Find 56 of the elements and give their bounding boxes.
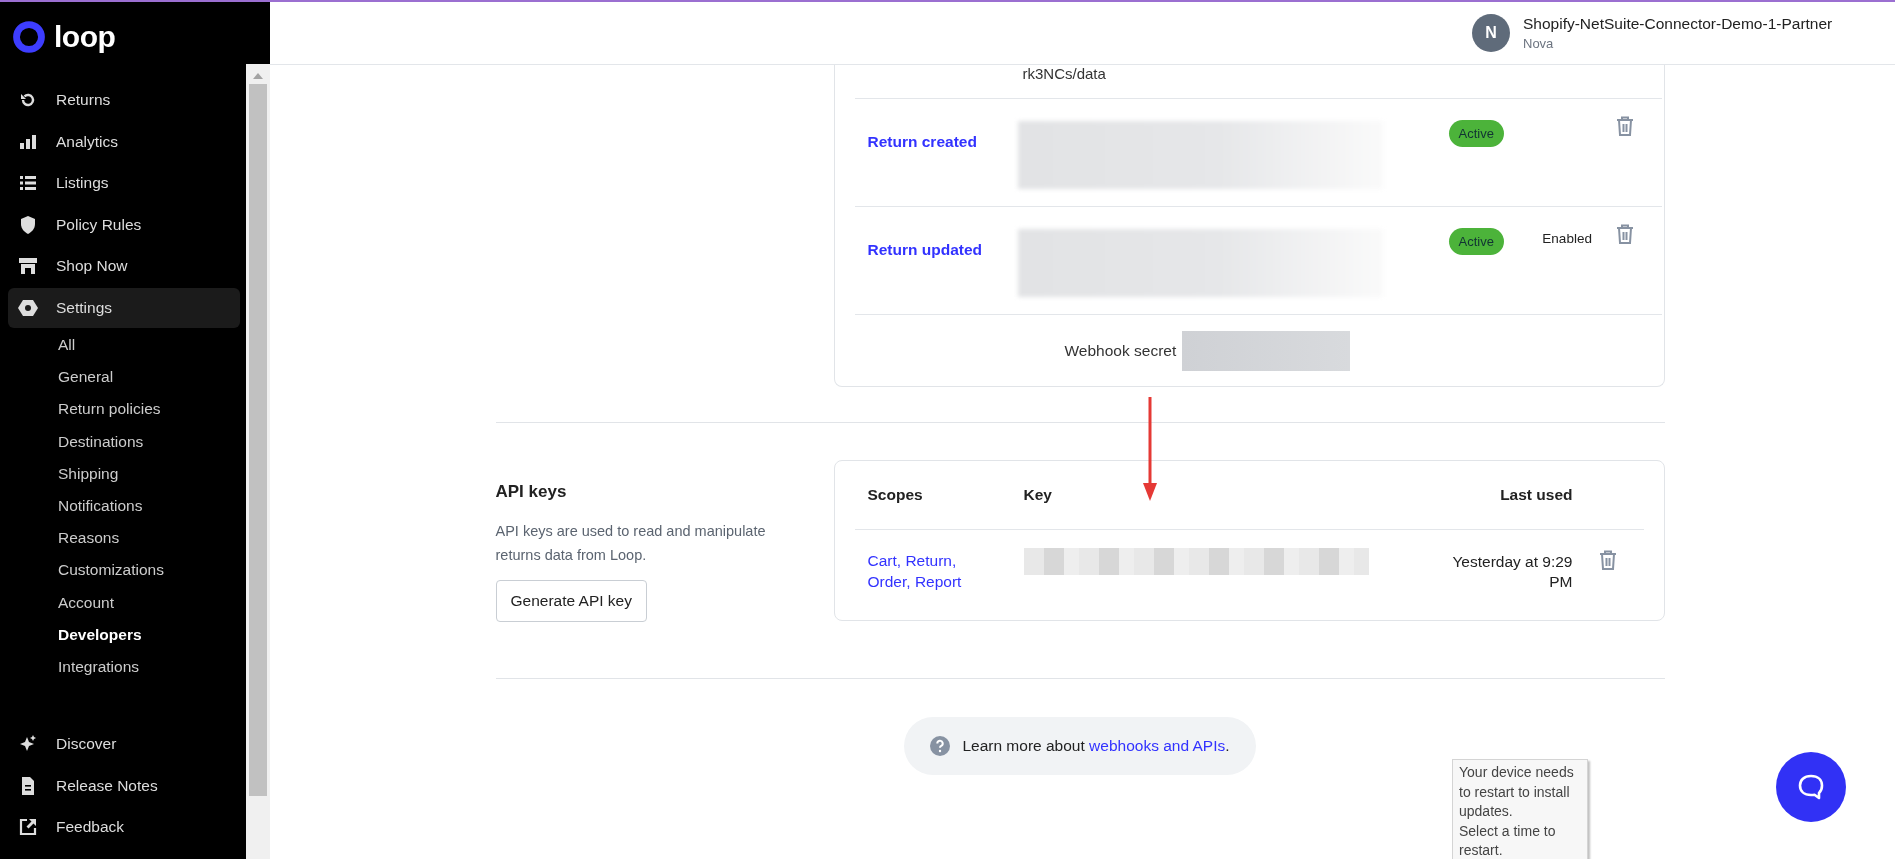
scopes-link[interactable]: Cart, Return, Order, Report — [867, 550, 978, 592]
brand-name: loop — [54, 20, 116, 54]
logo-ring-icon — [12, 20, 46, 54]
nav-item[interactable]: Feedback — [8, 807, 240, 848]
column-header: Key — [1023, 486, 1053, 504]
help-icon — [930, 736, 951, 756]
enabled-label: Enabled — [1542, 231, 1592, 246]
status-badge: Active — [1448, 120, 1504, 147]
store-name: Shopify-NetSuite-Connector-Demo-1-Partner — [1523, 15, 1834, 33]
nav-subitem[interactable]: Reasons — [8, 522, 240, 555]
column-header: Last used — [1499, 486, 1573, 504]
list-icon — [18, 173, 38, 193]
nav-subitem[interactable]: General — [8, 361, 240, 394]
trash-icon[interactable] — [1599, 550, 1617, 570]
nav-item[interactable]: Analytics — [8, 121, 240, 162]
status-badge: Active — [1448, 228, 1504, 255]
nav-subitem[interactable]: Destinations — [8, 425, 240, 458]
scroll-up-icon[interactable] — [253, 73, 263, 79]
webhook-event-link[interactable]: Return created — [854, 99, 1018, 151]
avatar[interactable]: N — [1472, 14, 1510, 52]
webhook-url: rk3NCs/data — [1022, 65, 1106, 82]
last-used: Yesterday at 9:29 PM — [1451, 552, 1573, 592]
trash-icon[interactable] — [1615, 116, 1634, 136]
scrollbar-thumb[interactable] — [249, 84, 267, 796]
nav-item[interactable]: Shop Now — [8, 246, 240, 286]
nav-subitem[interactable]: Integrations — [8, 650, 240, 684]
tooltip-text: Your device needs to restart to install updates. — [1459, 763, 1575, 821]
nav-item[interactable]: Settings — [8, 287, 240, 328]
nav-subitem[interactable]: All — [8, 329, 240, 362]
store-icon — [18, 256, 38, 276]
hex-icon — [18, 297, 38, 318]
nav-item[interactable]: Discover — [8, 724, 240, 765]
nav-subitem[interactable]: Shipping — [8, 457, 240, 490]
nav-item[interactable]: Policy Rules — [8, 204, 240, 245]
shield-icon — [18, 214, 38, 235]
trash-icon[interactable] — [1615, 224, 1634, 244]
nav-subitem[interactable]: Account — [8, 586, 240, 619]
nav-subitem[interactable]: Return policies — [8, 393, 240, 426]
nav-item[interactable]: Release Notes — [8, 765, 240, 806]
webhook-secret-label: Webhook secret — [1064, 341, 1177, 360]
help-text: Learn more about webhooks and APIs. — [962, 737, 1230, 755]
column-header: Scopes — [866, 486, 924, 504]
chat-bubble-icon — [1796, 772, 1826, 802]
tooltip-text: Select a time to restart. — [1459, 821, 1557, 859]
generate-api-key-button[interactable]: Generate API key — [495, 580, 647, 622]
section-description: API keys are used to read and manipulate returns data from Loop. — [495, 522, 767, 565]
webhook-event-link[interactable]: Return updated — [854, 207, 1018, 259]
user-name: Nova — [1523, 36, 1555, 51]
nav-subitem[interactable]: Customizations — [8, 554, 240, 587]
nav-subitem[interactable]: Developers — [8, 618, 240, 651]
external-icon — [18, 817, 38, 838]
nav-item[interactable]: Listings — [8, 163, 240, 203]
section-title: API keys — [495, 482, 568, 502]
scrollbar[interactable] — [246, 64, 270, 859]
nav-subitem[interactable]: Notifications — [8, 489, 240, 523]
nav-item[interactable]: Returns — [8, 80, 240, 120]
